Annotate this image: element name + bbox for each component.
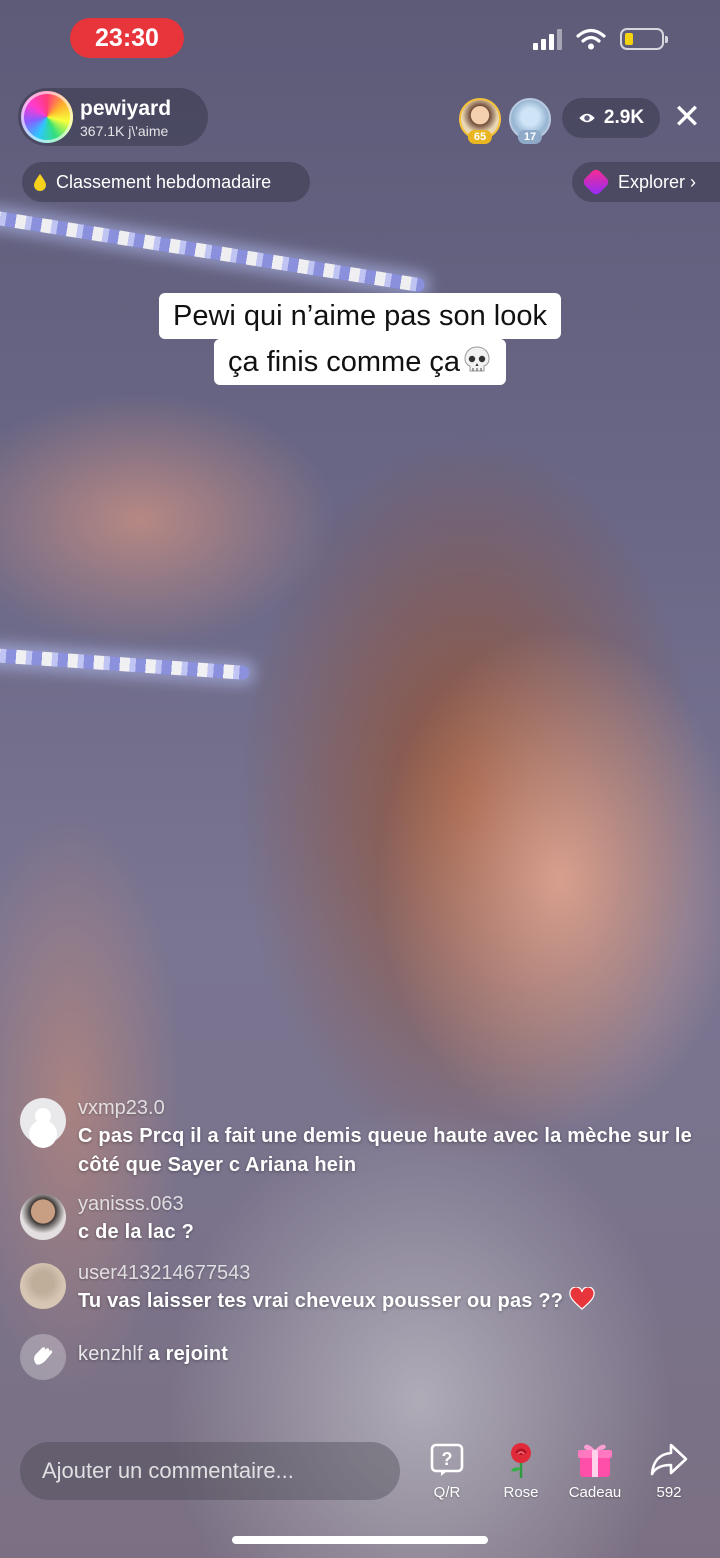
gift-icon — [578, 1444, 612, 1477]
eye-icon — [579, 113, 595, 123]
viewer-count: 2.9K — [603, 107, 645, 128]
led-light-strip — [0, 648, 250, 681]
comment-item[interactable]: yanisss.063 c de la lac ? — [20, 1190, 700, 1247]
join-label: a rejoint — [148, 1342, 229, 1365]
comment-text-row: Tu vas laisser tes vrai cheveux pousser … — [78, 1287, 700, 1316]
host-profile-pill[interactable]: pewiyard 367.1K j\'aime — [18, 88, 208, 146]
comment-item[interactable]: vxmp23.0 C pas Prcq il a fait une demis … — [20, 1094, 700, 1180]
weekly-ranking-pill[interactable]: Classement hebdomadaire — [22, 162, 310, 202]
share-count: 592 — [656, 1484, 682, 1501]
question-icon: ? — [430, 1443, 464, 1476]
qa-label: Q/R — [433, 1484, 461, 1501]
share-icon — [650, 1443, 688, 1476]
battery-icon — [620, 28, 668, 50]
led-light-strip — [0, 210, 426, 293]
comment-username[interactable]: vxmp23.0 — [78, 1094, 700, 1122]
join-username[interactable]: kenzhlf — [78, 1343, 143, 1365]
gift-label: Cadeau — [568, 1484, 622, 1501]
top-viewer-badge: 65 — [467, 130, 493, 144]
comment-text: c de la lac ? — [78, 1221, 194, 1243]
video-caption: Pewi qui n’aime pas son look ça finis co… — [0, 293, 720, 385]
join-event: kenzhlf a rejoint — [20, 1330, 700, 1380]
host-likes: 367.1K j\'aime — [80, 123, 169, 139]
caption-line-2-box: ça finis comme ça — [213, 339, 507, 385]
signal-icon — [533, 28, 562, 50]
caption-line-2: ça finis comme ça — [227, 346, 461, 378]
top-viewer-badge: 17 — [517, 130, 543, 144]
join-event-text: kenzhlf a rejoint — [78, 1340, 228, 1369]
comment-text: Tu vas laisser tes vrai cheveux pousser … — [78, 1290, 564, 1312]
qa-button[interactable]: ? Q/R — [416, 1440, 478, 1501]
heart-icon — [569, 1287, 595, 1310]
drop-icon — [34, 174, 46, 191]
caption-line-1: Pewi qui n’aime pas son look — [159, 293, 561, 339]
explore-label: Explorer › — [618, 171, 697, 192]
weekly-ranking-label: Classement hebdomadaire — [56, 171, 272, 192]
explore-icon — [581, 167, 611, 197]
comment-item[interactable]: user413214677543 Tu vas laisser tes vrai… — [20, 1259, 700, 1316]
home-indicator[interactable] — [232, 1536, 488, 1544]
commenter-avatar[interactable] — [20, 1194, 66, 1240]
svg-text:?: ? — [442, 1449, 453, 1469]
top-viewer-avatar[interactable]: 17 — [509, 98, 551, 144]
wifi-icon — [576, 28, 606, 50]
commenter-avatar[interactable] — [20, 1098, 66, 1144]
rose-icon — [511, 1443, 531, 1478]
status-icons — [533, 28, 668, 50]
host-avatar[interactable] — [21, 91, 73, 143]
gift-button[interactable]: Cadeau — [564, 1440, 626, 1501]
status-time: 23:30 — [70, 18, 184, 58]
share-button[interactable]: 592 — [638, 1440, 700, 1501]
viewer-count-pill[interactable]: 2.9K — [562, 98, 660, 138]
rose-gift-button[interactable]: Rose — [490, 1440, 552, 1501]
explore-pill[interactable]: Explorer › — [572, 162, 720, 202]
comment-username[interactable]: yanisss.063 — [78, 1190, 700, 1218]
top-viewer-avatar[interactable]: 65 — [459, 98, 501, 144]
rose-label: Rose — [503, 1484, 539, 1501]
commenter-avatar[interactable] — [20, 1263, 66, 1309]
host-name: pewiyard — [80, 97, 172, 120]
skull-icon — [464, 346, 490, 372]
wave-icon — [20, 1334, 66, 1380]
close-icon[interactable]: ✕ — [672, 100, 702, 134]
comment-text: C pas Prcq il a fait une demis queue hau… — [78, 1125, 692, 1176]
comment-username[interactable]: user413214677543 — [78, 1259, 700, 1287]
comments-list: vxmp23.0 C pas Prcq il a fait une demis … — [20, 1094, 700, 1386]
comment-input[interactable]: Ajouter un commentaire... — [20, 1442, 400, 1500]
